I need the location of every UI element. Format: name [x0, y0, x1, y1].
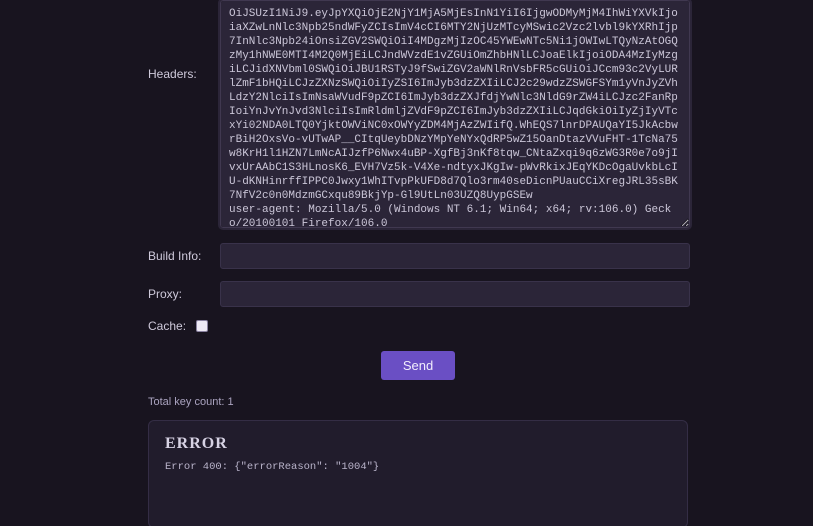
error-title: ERROR — [165, 435, 671, 453]
cache-checkbox[interactable] — [196, 320, 208, 332]
headers-label: Headers: — [148, 0, 220, 81]
cache-label: Cache: — [148, 319, 196, 333]
headers-row: Headers: — [148, 0, 688, 231]
proxy-input[interactable] — [220, 281, 690, 307]
cache-row: Cache: — [148, 319, 688, 333]
error-body: Error 400: {"errorReason": "1004"} — [165, 461, 671, 473]
send-button[interactable]: Send — [381, 351, 455, 380]
proxy-row: Proxy: — [148, 281, 688, 307]
build-info-label: Build Info: — [148, 243, 220, 263]
headers-textarea[interactable] — [220, 0, 690, 228]
build-info-input[interactable] — [220, 243, 690, 269]
send-area: Send — [148, 351, 688, 380]
proxy-label: Proxy: — [148, 281, 220, 301]
build-info-row: Build Info: — [148, 243, 688, 269]
error-card: ERROR Error 400: {"errorReason": "1004"} — [148, 420, 688, 526]
total-key-count: Total key count: 1 — [148, 396, 688, 408]
